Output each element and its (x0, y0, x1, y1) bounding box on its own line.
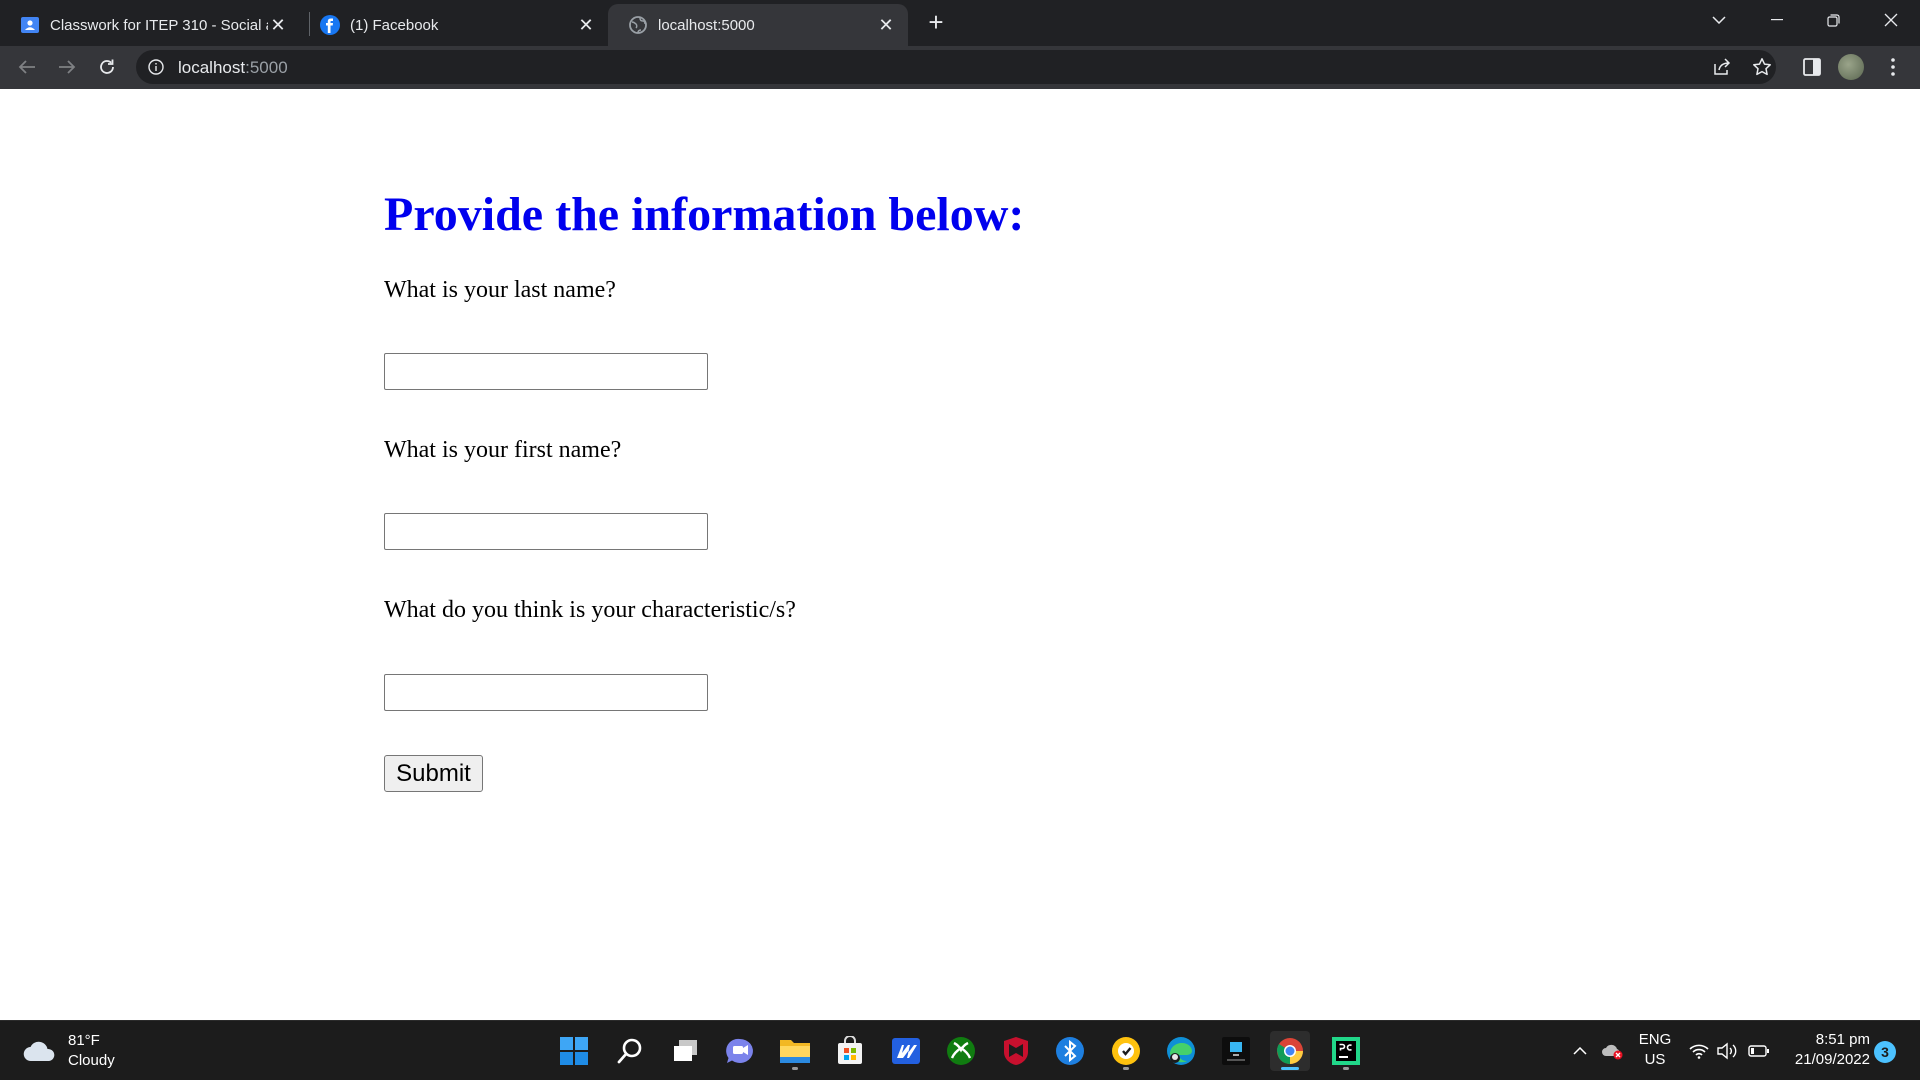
tab-title: localhost:5000 (658, 16, 755, 34)
tab-title: (1) Facebook (350, 16, 439, 34)
submit-button[interactable]: Submit (384, 755, 483, 792)
system-clock[interactable]: 8:51 pm 21/09/2022 (1780, 1030, 1870, 1070)
characteristics-input[interactable] (384, 674, 708, 711)
language-indicator[interactable]: ENG US (1635, 1030, 1675, 1070)
first-name-input[interactable] (384, 513, 708, 550)
url-port: :5000 (245, 58, 288, 77)
weather-condition: Cloudy (68, 1052, 115, 1069)
new-tab-button[interactable]: + (922, 8, 950, 36)
running-indicator (1343, 1067, 1349, 1070)
globe-icon (628, 15, 648, 35)
menu-kebab-icon[interactable] (1880, 54, 1906, 80)
obs-icon[interactable] (1216, 1031, 1256, 1071)
profile-avatar[interactable] (1838, 54, 1864, 80)
clock-date: 21/09/2022 (1794, 1051, 1870, 1068)
app-m-icon[interactable] (886, 1031, 926, 1071)
active-indicator (1281, 1067, 1299, 1070)
characteristics-label: What do you think is your characteristic… (384, 597, 796, 623)
classroom-icon (20, 15, 40, 35)
language-code: ENG (1638, 1031, 1672, 1048)
minimize-icon[interactable] (1754, 0, 1800, 40)
close-icon[interactable]: ✕ (876, 15, 896, 35)
tab-search-icon[interactable] (1696, 0, 1742, 40)
running-indicator (792, 1067, 798, 1070)
close-icon[interactable]: ✕ (576, 15, 596, 35)
search-icon[interactable] (610, 1031, 650, 1071)
site-info-icon[interactable] (148, 59, 164, 75)
tab-strip: Classwork for ITEP 310 - Social ar ✕ (1)… (0, 0, 1920, 46)
task-view-icon[interactable] (666, 1031, 706, 1071)
file-explorer-icon[interactable] (775, 1031, 815, 1071)
pycharm-icon[interactable] (1326, 1031, 1366, 1071)
forward-arrow-icon[interactable] (52, 52, 82, 82)
tray-chevron-icon[interactable] (1568, 1031, 1592, 1071)
start-icon[interactable] (554, 1031, 594, 1071)
onedrive-error-icon[interactable] (1597, 1031, 1627, 1071)
taskbar: 81°F Cloudy ENG US 8:51 pm 21/09/2022 3 (0, 1020, 1920, 1080)
last-name-input[interactable] (384, 353, 708, 390)
page-content: Provide the information below: What is y… (0, 89, 1920, 1020)
bluetooth-app-icon[interactable] (1050, 1031, 1090, 1071)
region-code: US (1644, 1051, 1666, 1068)
back-arrow-icon[interactable] (12, 52, 42, 82)
url-host: localhost (178, 58, 246, 77)
address-bar[interactable]: localhost:5000 (136, 50, 1776, 84)
side-panel-icon[interactable] (1799, 54, 1825, 80)
page-heading: Provide the information below: (384, 188, 1025, 241)
running-indicator (1123, 1067, 1129, 1070)
tab-localhost[interactable]: localhost:5000 ✕ (608, 4, 908, 46)
last-name-label: What is your last name? (384, 277, 616, 303)
volume-icon[interactable] (1714, 1031, 1740, 1071)
weather-temp: 81°F (68, 1032, 100, 1049)
share-icon[interactable] (1709, 54, 1735, 80)
facebook-icon (320, 15, 340, 35)
tab-facebook[interactable]: (1) Facebook ✕ (300, 4, 608, 46)
teams-chat-icon[interactable] (720, 1031, 760, 1071)
chrome-icon[interactable] (1270, 1031, 1310, 1071)
browser-toolbar: localhost:5000 (0, 46, 1920, 89)
xbox-icon[interactable] (941, 1031, 981, 1071)
cloud-icon (23, 1041, 55, 1062)
close-window-icon[interactable] (1868, 0, 1914, 40)
battery-icon[interactable] (1746, 1031, 1772, 1071)
bookmark-star-icon[interactable] (1749, 54, 1775, 80)
reload-icon[interactable] (92, 52, 122, 82)
norton-icon[interactable] (1106, 1031, 1146, 1071)
microsoft-store-icon[interactable] (830, 1031, 870, 1071)
notification-badge[interactable]: 3 (1874, 1041, 1896, 1063)
edge-icon[interactable] (1161, 1031, 1201, 1071)
tab-title: Classwork for ITEP 310 - Social ar (50, 16, 268, 34)
close-icon[interactable]: ✕ (268, 15, 288, 35)
tab-classwork[interactable]: Classwork for ITEP 310 - Social ar ✕ (0, 4, 300, 46)
clock-time: 8:51 pm (1815, 1031, 1870, 1048)
weather-widget[interactable]: 81°F Cloudy (22, 1031, 115, 1071)
restore-icon[interactable] (1810, 0, 1856, 40)
wifi-icon[interactable] (1686, 1031, 1712, 1071)
address-url: localhost:5000 (178, 58, 288, 78)
first-name-label: What is your first name? (384, 437, 622, 463)
mcafee-icon[interactable] (996, 1031, 1036, 1071)
